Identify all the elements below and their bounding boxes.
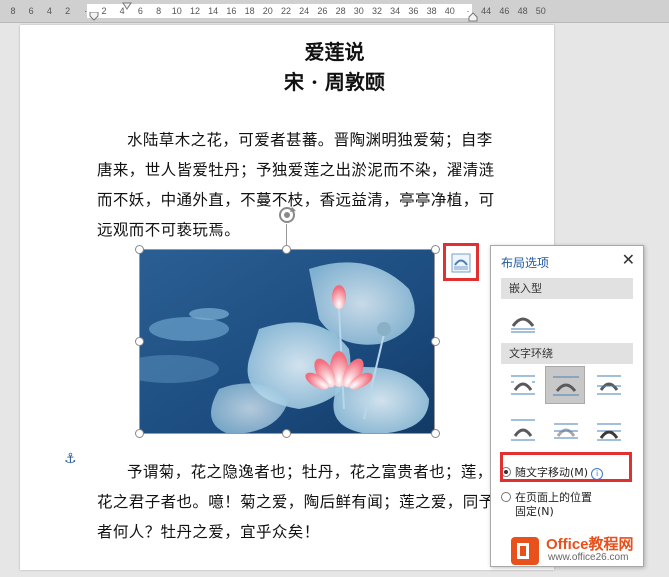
ruler-tick-label: 24 [299, 6, 310, 16]
rotate-handle-icon[interactable] [277, 205, 297, 225]
ruler-tick-label: 6 [28, 6, 34, 16]
para1-line4: 远观而不可亵玩焉。 [97, 221, 241, 239]
resize-handle-ne[interactable] [431, 245, 440, 254]
ruler-tick-label: 6 [137, 6, 143, 16]
ruler-tick-label: 16 [226, 6, 237, 16]
lotus-image[interactable] [139, 249, 435, 434]
doc-title: 爱莲说 [304, 40, 365, 64]
watermark-brand: Office教程网 [546, 536, 634, 553]
layout-options-panel: 布局选项 ✕ 嵌入型 文字环绕 随文字移动(M) i 在页面上的位置 固定(N) [490, 245, 644, 567]
fix-position-radio[interactable] [501, 492, 511, 502]
resize-handle-n[interactable] [282, 245, 291, 254]
ruler-tick-label: 22 [280, 6, 292, 16]
ruler-tick-label: 48 [517, 6, 528, 16]
left-indent-marker[interactable] [89, 12, 99, 22]
ruler-tick-label: 46 [499, 6, 510, 16]
watermark-url: www.office26.com [548, 552, 629, 563]
layout-options-icon [451, 253, 471, 273]
para1-line1: 水陆草木之花，可爱者甚蕃。晋陶渊明独爱菊；自李 [127, 131, 493, 149]
inline-with-text-option[interactable] [505, 304, 541, 338]
in-front-of-text-option[interactable] [591, 414, 627, 448]
section-inline-header: 嵌入型 [501, 278, 633, 299]
ruler-tick-label: 18 [244, 6, 255, 16]
highlight-box [500, 452, 632, 482]
panel-title: 布局选项 [501, 256, 550, 270]
ruler-tick-label: 20 [262, 6, 273, 16]
ruler-tick-label: 2 [101, 6, 107, 16]
ruler-tick-label: 44 [481, 6, 492, 16]
resize-handle-e[interactable] [431, 337, 440, 346]
anchor-icon[interactable]: ⚓ [64, 451, 77, 467]
wrap-square-option[interactable] [505, 368, 541, 402]
wrap-through-option[interactable] [591, 368, 627, 402]
wrap-tight-option[interactable] [545, 366, 585, 404]
ruler-tick-label: 2 [65, 6, 71, 16]
ruler-tick-label: · [84, 6, 88, 16]
para2-line1: 予谓菊，花之隐逸者也；牡丹，花之富贵者也；莲， [127, 463, 493, 481]
watermark: Office教程网 www.office26.com [508, 530, 668, 570]
wrap-top-bottom-option[interactable] [505, 414, 541, 448]
ruler-tick-label: 12 [189, 6, 201, 16]
resize-handle-sw[interactable] [135, 429, 144, 438]
ruler-tick-label: 30 [353, 6, 364, 16]
behind-text-option[interactable] [548, 414, 584, 448]
ruler-tick-label: 10 [171, 6, 182, 16]
para2-line3: 者何人？牡丹之爱，宜乎众矣！ [97, 523, 320, 541]
ruler-tick-label: 32 [371, 6, 383, 16]
resize-handle-se[interactable] [431, 429, 440, 438]
ruler-tick-label: 38 [426, 6, 437, 16]
ruler-tick-label: 28 [335, 6, 346, 16]
ruler-tick-label: 36 [408, 6, 419, 16]
first-line-indent-marker[interactable] [122, 2, 132, 11]
layout-options-button[interactable] [443, 243, 479, 281]
ruler-tick-label: 34 [390, 6, 401, 16]
ruler-tick-label: 26 [317, 6, 328, 16]
section-wrap-header: 文字环绕 [501, 343, 633, 364]
office-logo-icon [511, 537, 539, 565]
resize-handle-s[interactable] [282, 429, 291, 438]
right-indent-marker[interactable] [468, 12, 478, 22]
doc-author: 宋 · 周敦颐 [284, 70, 385, 94]
ruler-tick-label: 4 [46, 6, 52, 16]
horizontal-ruler[interactable]: 8 6 4 2 · 2 4 6 8 10 12 14 16 18 20 22 24 26 28 30 32 34 36 38 4… [0, 0, 669, 23]
para1-line2: 唐来，世人皆爱牡丹；予独爱莲之出淤泥而不染，濯清涟 [97, 161, 495, 179]
ruler-tick-label: 40 [444, 6, 455, 16]
para2-line2: 花之君子者也。噫！菊之爱，陶后鲜有闻；莲之爱，同予 [97, 493, 495, 511]
ruler-tick-label: 50 [535, 6, 546, 16]
ruler-tick-label: 8 [10, 6, 16, 16]
resize-handle-nw[interactable] [135, 245, 144, 254]
resize-handle-w[interactable] [135, 337, 144, 346]
ruler-tick-label: 8 [156, 6, 162, 16]
close-icon[interactable]: ✕ [622, 250, 635, 269]
ruler-tick-label: 14 [208, 6, 219, 16]
fix-position-label-line2: 固定(N) [515, 505, 554, 518]
